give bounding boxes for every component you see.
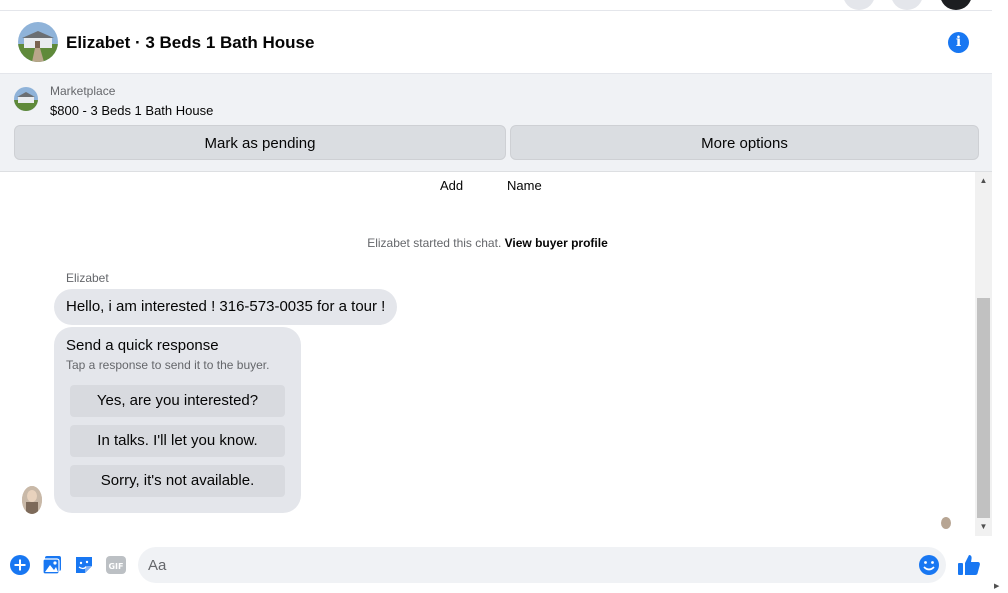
plus-circle-icon[interactable] — [10, 555, 30, 575]
scroll-down-arrow-icon[interactable]: ▼ — [975, 520, 992, 534]
chat-header: Elizabet · 3 Beds 1 Bath House i — [0, 10, 992, 74]
message-input-container — [138, 547, 946, 583]
toolbar-button[interactable] — [891, 0, 923, 10]
add-label[interactable]: Add — [440, 178, 463, 193]
sticker-icon[interactable] — [74, 555, 94, 575]
emoji-icon[interactable] — [918, 554, 940, 576]
chat-messages-area: Add Name Elizabet started this chat. Vie… — [0, 172, 992, 536]
scroll-up-arrow-icon[interactable]: ▲ — [975, 174, 992, 188]
profile-avatar[interactable] — [940, 0, 972, 10]
toolbar-button[interactable] — [843, 0, 875, 10]
messenger-chat-window: Elizabet · 3 Beds 1 Bath House i Marketp… — [0, 0, 1008, 593]
scrollbar-thumb[interactable] — [977, 298, 990, 518]
listing-price-title[interactable]: $800 - 3 Beds 1 Bath House — [50, 103, 213, 118]
sender-name: Elizabet — [66, 271, 109, 285]
quick-response-subtitle: Tap a response to send it to the buyer. — [66, 358, 270, 372]
name-label[interactable]: Name — [507, 178, 542, 193]
quick-response-card: Send a quick response Tap a response to … — [54, 327, 301, 513]
info-icon[interactable]: i — [948, 32, 969, 53]
mark-as-pending-button[interactable]: Mark as pending — [14, 125, 506, 160]
message-bubble[interactable]: Hello, i am interested ! 316-573-0035 fo… — [54, 289, 398, 325]
photo-icon[interactable] — [42, 555, 62, 575]
view-buyer-profile-link[interactable]: View buyer profile — [505, 236, 608, 250]
listing-small-thumbnail[interactable] — [14, 87, 38, 111]
scroll-right-arrow-icon[interactable]: ▶ — [994, 582, 999, 590]
buyer-avatar[interactable] — [22, 486, 42, 514]
seen-indicator-avatar — [941, 517, 951, 529]
marketplace-panel: Marketplace $800 - 3 Beds 1 Bath House M… — [0, 74, 992, 172]
thumbs-up-icon[interactable] — [957, 553, 981, 577]
chat-started-notice: Elizabet started this chat. View buyer p… — [0, 236, 975, 250]
quick-response-title: Send a quick response — [66, 337, 219, 354]
message-input[interactable] — [148, 547, 908, 583]
listing-thumbnail[interactable] — [18, 22, 58, 62]
more-options-button[interactable]: More options — [510, 125, 979, 160]
chat-started-text: Elizabet started this chat. — [367, 236, 502, 250]
marketplace-label: Marketplace — [50, 84, 116, 98]
chat-title: Elizabet · 3 Beds 1 Bath House — [66, 33, 315, 52]
top-toolbar-strip — [0, 0, 1008, 10]
gif-icon[interactable]: GIF — [106, 555, 126, 575]
quick-response-button[interactable]: In talks. I'll let you know. — [70, 425, 285, 457]
chat-scrollbar[interactable]: ▲ ▼ — [975, 172, 992, 536]
message-composer: GIF ▶ — [0, 536, 1008, 593]
quick-response-button[interactable]: Sorry, it's not available. — [70, 465, 285, 497]
quick-response-button[interactable]: Yes, are you interested? — [70, 385, 285, 417]
svg-text:GIF: GIF — [108, 562, 123, 571]
